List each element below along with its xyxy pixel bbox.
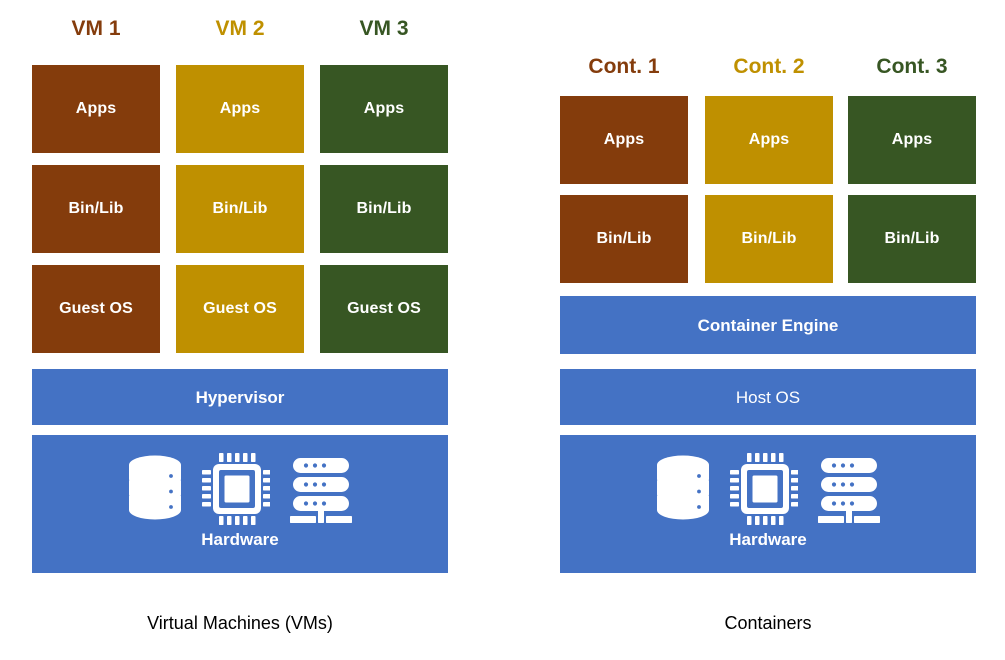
vm-hardware-label: Hardware bbox=[201, 530, 279, 549]
cont3-layer-binlib: Bin/Lib bbox=[848, 195, 976, 283]
vm2-layer-binlib: Bin/Lib bbox=[176, 165, 304, 253]
vm-hardware-icon-row bbox=[126, 453, 354, 525]
server-rack-icon bbox=[290, 458, 352, 523]
database-icon bbox=[657, 455, 709, 520]
vm-column-header-1: VM 1 bbox=[71, 17, 121, 40]
container-engine-label: Container Engine bbox=[697, 315, 839, 335]
cpu-chip-icon bbox=[730, 453, 798, 525]
cont1-layer-binlib: Bin/Lib bbox=[560, 195, 688, 283]
cpu-chip-icon bbox=[202, 453, 270, 525]
virtual-machines-caption: Virtual Machines (VMs) bbox=[147, 613, 333, 633]
vm2-layer-apps: Apps bbox=[176, 65, 304, 153]
vm2-layer-guest-os: Guest OS bbox=[176, 265, 304, 353]
vm-column-header-3: VM 3 bbox=[359, 17, 409, 40]
vm3-layer-apps: Apps bbox=[320, 65, 448, 153]
container-hardware-icon-row bbox=[654, 453, 882, 525]
cont-column-header-3: Cont. 3 bbox=[876, 55, 948, 78]
containers-panel: Cont. 1 Cont. 2 Cont. 3 Apps Bin/Lib App… bbox=[500, 0, 1005, 660]
vm3-layer-binlib: Bin/Lib bbox=[320, 165, 448, 253]
vm1-layer-apps: Apps bbox=[32, 65, 160, 153]
vm3-layer-guest-os: Guest OS bbox=[320, 265, 448, 353]
cont-column-header-1: Cont. 1 bbox=[588, 55, 660, 78]
cont1-layer-apps: Apps bbox=[560, 96, 688, 184]
container-hardware-label: Hardware bbox=[729, 530, 807, 549]
database-icon bbox=[129, 455, 181, 520]
vm-hardware-block: Hardware bbox=[32, 435, 448, 573]
vm1-layer-guest-os: Guest OS bbox=[32, 265, 160, 353]
container-hardware-block: Hardware bbox=[560, 435, 976, 573]
virtual-machines-panel: VM 1 VM 2 VM 3 Apps Bin/Lib Guest OS App… bbox=[0, 0, 500, 660]
host-os-label: Host OS bbox=[735, 387, 801, 407]
hypervisor-bar: Hypervisor bbox=[32, 369, 448, 425]
cont3-layer-apps: Apps bbox=[848, 96, 976, 184]
vm1-layer-binlib: Bin/Lib bbox=[32, 165, 160, 253]
server-rack-icon bbox=[818, 458, 880, 523]
cont2-layer-binlib: Bin/Lib bbox=[705, 195, 833, 283]
container-engine-bar: Container Engine bbox=[560, 296, 976, 354]
host-os-bar: Host OS bbox=[560, 369, 976, 425]
diagram-canvas: VM 1 VM 2 VM 3 Apps Bin/Lib Guest OS App… bbox=[0, 0, 1005, 660]
hypervisor-label: Hypervisor bbox=[195, 387, 285, 407]
containers-caption: Containers bbox=[724, 613, 812, 633]
cont2-layer-apps: Apps bbox=[705, 96, 833, 184]
cont-column-header-2: Cont. 2 bbox=[733, 55, 805, 78]
vm-column-header-2: VM 2 bbox=[215, 17, 265, 40]
